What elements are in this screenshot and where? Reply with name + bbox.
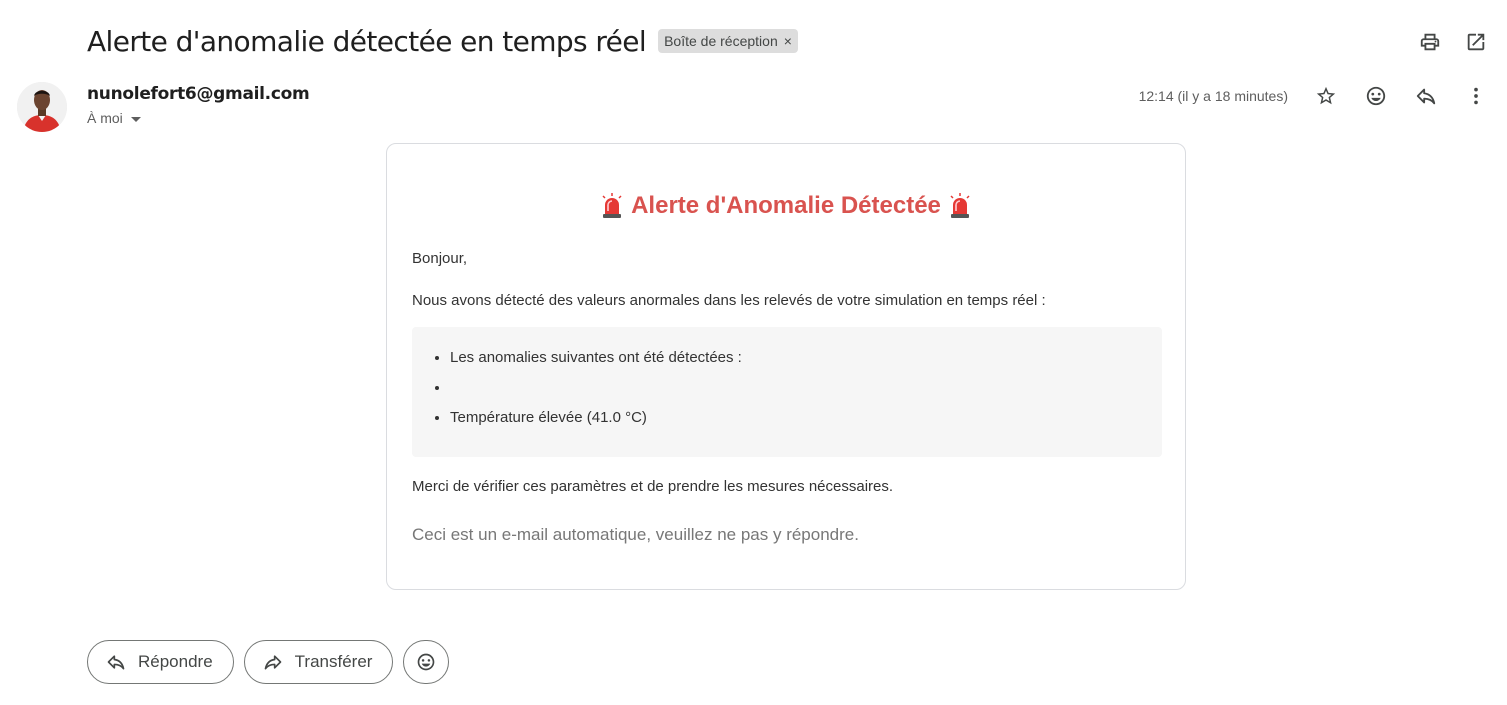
message-actions	[1314, 84, 1488, 108]
email-subject: Alerte d'anomalie détectée en temps réel	[87, 24, 647, 58]
recipient-label: À moi	[87, 110, 123, 126]
chevron-down-icon	[130, 116, 141, 122]
top-actions	[1418, 30, 1488, 54]
sender-avatar[interactable]	[17, 82, 67, 132]
emoji-reaction-icon[interactable]	[1364, 84, 1388, 108]
list-item	[450, 376, 1162, 406]
emoji-reaction-icon	[418, 653, 435, 671]
sender-email[interactable]: nunolefort6@gmail.com	[87, 84, 310, 104]
inbox-label-text: Boîte de réception	[664, 33, 778, 49]
star-icon[interactable]	[1314, 84, 1338, 108]
alert-title: Alerte d'Anomalie Détectée	[387, 192, 1185, 220]
list-item: Les anomalies suivantes ont été détectée…	[450, 346, 1162, 376]
reply-bar: Répondre Transférer	[87, 640, 450, 684]
anomalies-box: Les anomalies suivantes ont été détectée…	[412, 327, 1162, 457]
open-in-new-window-icon[interactable]	[1464, 30, 1488, 54]
reply-button[interactable]: Répondre	[87, 640, 234, 684]
recipient-details-toggle[interactable]: À moi	[87, 110, 309, 126]
subject-row: Alerte d'anomalie détectée en temps réel…	[87, 24, 798, 58]
message-meta: 12:14 (il y a 18 minutes)	[1139, 84, 1488, 108]
print-icon[interactable]	[1418, 30, 1442, 54]
inbox-label-chip[interactable]: Boîte de réception ×	[658, 29, 798, 53]
forward-button-label: Transférer	[294, 652, 373, 671]
forward-button[interactable]: Transférer	[243, 640, 394, 684]
list-item: Température élevée (41.0 °C)	[450, 406, 1162, 436]
remove-label-button[interactable]: ×	[784, 33, 792, 49]
anomalies-list: Les anomalies suivantes ont été détectée…	[412, 327, 1162, 436]
more-vertical-icon[interactable]	[1464, 84, 1488, 108]
automated-footer-text: Ceci est un e-mail automatique, veuillez…	[412, 525, 859, 544]
siren-icon	[950, 193, 970, 218]
reply-icon[interactable]	[1414, 84, 1438, 108]
reply-button-label: Répondre	[138, 652, 213, 671]
greeting-text: Bonjour,	[412, 250, 468, 267]
sender-block: nunolefort6@gmail.com À moi	[87, 84, 310, 126]
timestamp: 12:14 (il y a 18 minutes)	[1138, 88, 1288, 104]
alert-title-text: Alerte d'Anomalie Détectée	[631, 192, 941, 219]
request-text: Merci de vérifier ces paramètres et de p…	[412, 478, 894, 495]
intro-text: Nous avons détecté des valeurs anormales…	[412, 292, 1046, 309]
reply-icon	[107, 655, 125, 670]
forward-icon	[264, 655, 282, 670]
emoji-reaction-button[interactable]	[403, 640, 450, 684]
email-body-card: Alerte d'Anomalie Détectée Bonjour, Nous…	[386, 143, 1186, 590]
siren-icon	[602, 193, 622, 218]
